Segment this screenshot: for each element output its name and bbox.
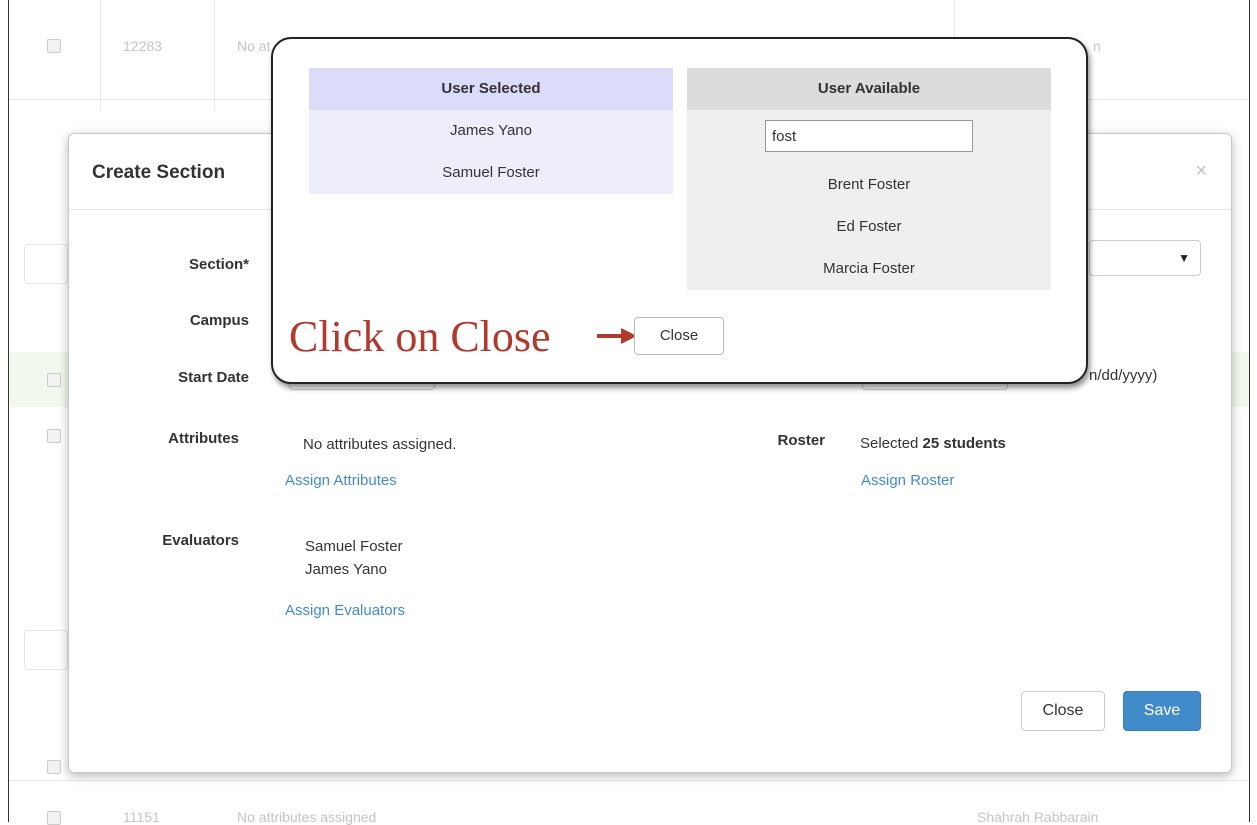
row-text: No at	[237, 38, 271, 54]
date-format-hint: n/dd/yyyy)	[1089, 367, 1158, 384]
chevron-down-icon: ▼	[1178, 251, 1190, 265]
roster-label: Roster	[777, 432, 825, 449]
row-id: 12283	[123, 38, 162, 54]
row-checkbox[interactable]	[47, 373, 61, 387]
attributes-label: Attributes	[168, 430, 239, 447]
evaluators-label: Evaluators	[162, 532, 239, 549]
modal-title: Create Section	[92, 162, 226, 183]
row-checkbox[interactable]	[47, 429, 61, 443]
popup-close-button[interactable]: Close	[634, 317, 724, 355]
selected-user-item[interactable]: James Yano	[309, 122, 673, 139]
selected-user-item[interactable]: Samuel Foster	[309, 164, 673, 181]
row-right-text: n	[1093, 38, 1101, 54]
assign-evaluators-link[interactable]: Assign Evaluators	[285, 602, 405, 619]
user-available-column: User Available Brent Foster Ed Foster Ma…	[687, 68, 1051, 290]
row-checkbox[interactable]	[47, 39, 61, 53]
available-user-item[interactable]: Marcia Foster	[687, 260, 1051, 277]
section-select[interactable]: ▼	[1089, 240, 1201, 276]
row-text: No attributes assigned	[237, 809, 377, 825]
evaluator-item: James Yano	[305, 561, 387, 578]
row-checkbox[interactable]	[47, 811, 61, 825]
save-button[interactable]: Save	[1123, 691, 1201, 731]
table-row: 11151 No attributes assigned Shahrah Rab…	[9, 780, 1249, 825]
evaluator-picker-popup: User Selected James Yano Samuel Foster U…	[271, 37, 1088, 384]
user-search-input[interactable]	[765, 120, 973, 152]
user-selected-header: User Selected	[309, 68, 673, 110]
row-id: 11151	[123, 809, 160, 825]
assign-attributes-link[interactable]: Assign Attributes	[285, 472, 397, 489]
instruction-callout: Click on Close	[289, 312, 551, 361]
close-icon[interactable]: ×	[1195, 160, 1207, 183]
user-available-header: User Available	[687, 68, 1051, 110]
bg-checkbox-cell	[24, 630, 68, 670]
start-date-label: Start Date	[178, 369, 249, 386]
assign-roster-link[interactable]: Assign Roster	[861, 472, 954, 489]
attributes-text: No attributes assigned.	[303, 436, 457, 453]
close-button[interactable]: Close	[1021, 691, 1105, 731]
evaluator-item: Samuel Foster	[305, 538, 403, 555]
roster-prefix: Selected	[860, 435, 923, 452]
available-user-item[interactable]: Brent Foster	[687, 176, 1051, 193]
bg-checkbox-cell	[24, 244, 68, 284]
available-user-item[interactable]: Ed Foster	[687, 218, 1051, 235]
roster-count: 25 students	[922, 435, 1006, 452]
section-label: Section*	[188, 256, 249, 273]
user-selected-column: User Selected James Yano Samuel Foster	[309, 68, 673, 194]
row-checkbox[interactable]	[47, 760, 61, 774]
campus-label: Campus	[189, 312, 249, 329]
row-right-text: Shahrah Rabbarain	[977, 809, 1099, 825]
roster-text: Selected 25 students	[860, 435, 1006, 452]
arrow-right-icon	[597, 328, 637, 344]
